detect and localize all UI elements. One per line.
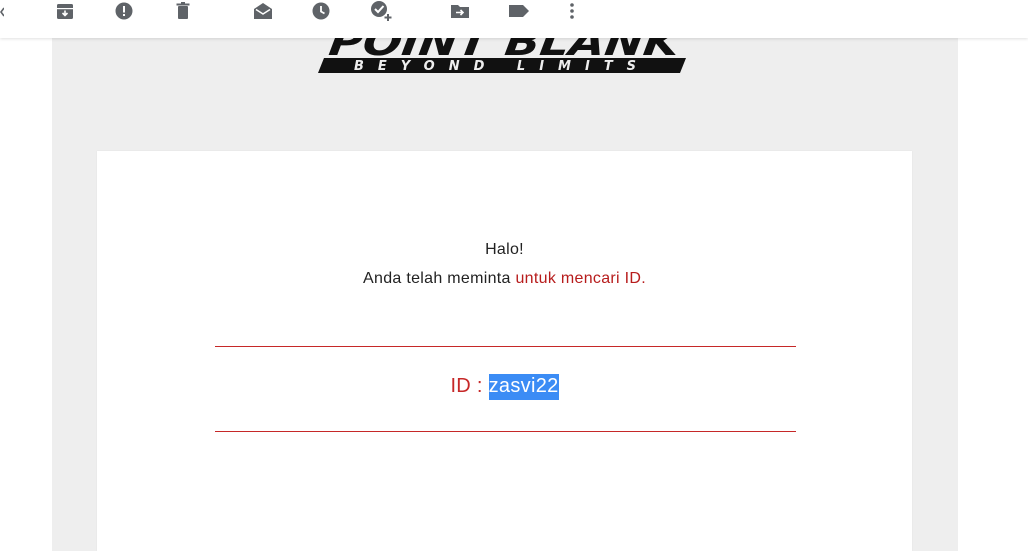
report-spam-icon[interactable] bbox=[112, 0, 136, 22]
labels-icon[interactable] bbox=[507, 0, 531, 22]
bottom-divider bbox=[215, 431, 796, 432]
message-card: Halo! Anda telah meminta untuk mencari I… bbox=[97, 151, 912, 551]
id-line: ID : zasvi22 bbox=[97, 374, 912, 400]
greeting-text: Halo! bbox=[485, 241, 524, 258]
request-text: Anda telah meminta untuk mencari ID. bbox=[97, 270, 912, 288]
back-arrow-icon[interactable] bbox=[0, 4, 5, 17]
mark-as-unread-icon[interactable] bbox=[251, 0, 275, 22]
request-highlight: untuk mencari ID. bbox=[515, 270, 646, 287]
archive-icon[interactable] bbox=[53, 0, 77, 22]
add-to-tasks-icon[interactable] bbox=[369, 0, 393, 22]
email-body: POINT BLANK BEYOND LIMITS Halo! Anda tel… bbox=[52, 38, 958, 551]
move-to-icon[interactable] bbox=[448, 0, 472, 22]
id-value[interactable]: zasvi22 bbox=[488, 374, 559, 400]
request-prefix: Anda telah meminta bbox=[363, 270, 516, 287]
svg-text:BEYOND LIMITS: BEYOND LIMITS bbox=[354, 59, 650, 74]
delete-icon[interactable] bbox=[171, 0, 195, 22]
snooze-icon[interactable] bbox=[309, 0, 333, 22]
message-toolbar bbox=[0, 0, 1028, 38]
id-label: ID : bbox=[450, 375, 489, 397]
point-blank-logo: POINT BLANK BEYOND LIMITS bbox=[318, 38, 686, 74]
top-divider bbox=[215, 346, 796, 347]
more-options-icon[interactable] bbox=[560, 0, 584, 22]
